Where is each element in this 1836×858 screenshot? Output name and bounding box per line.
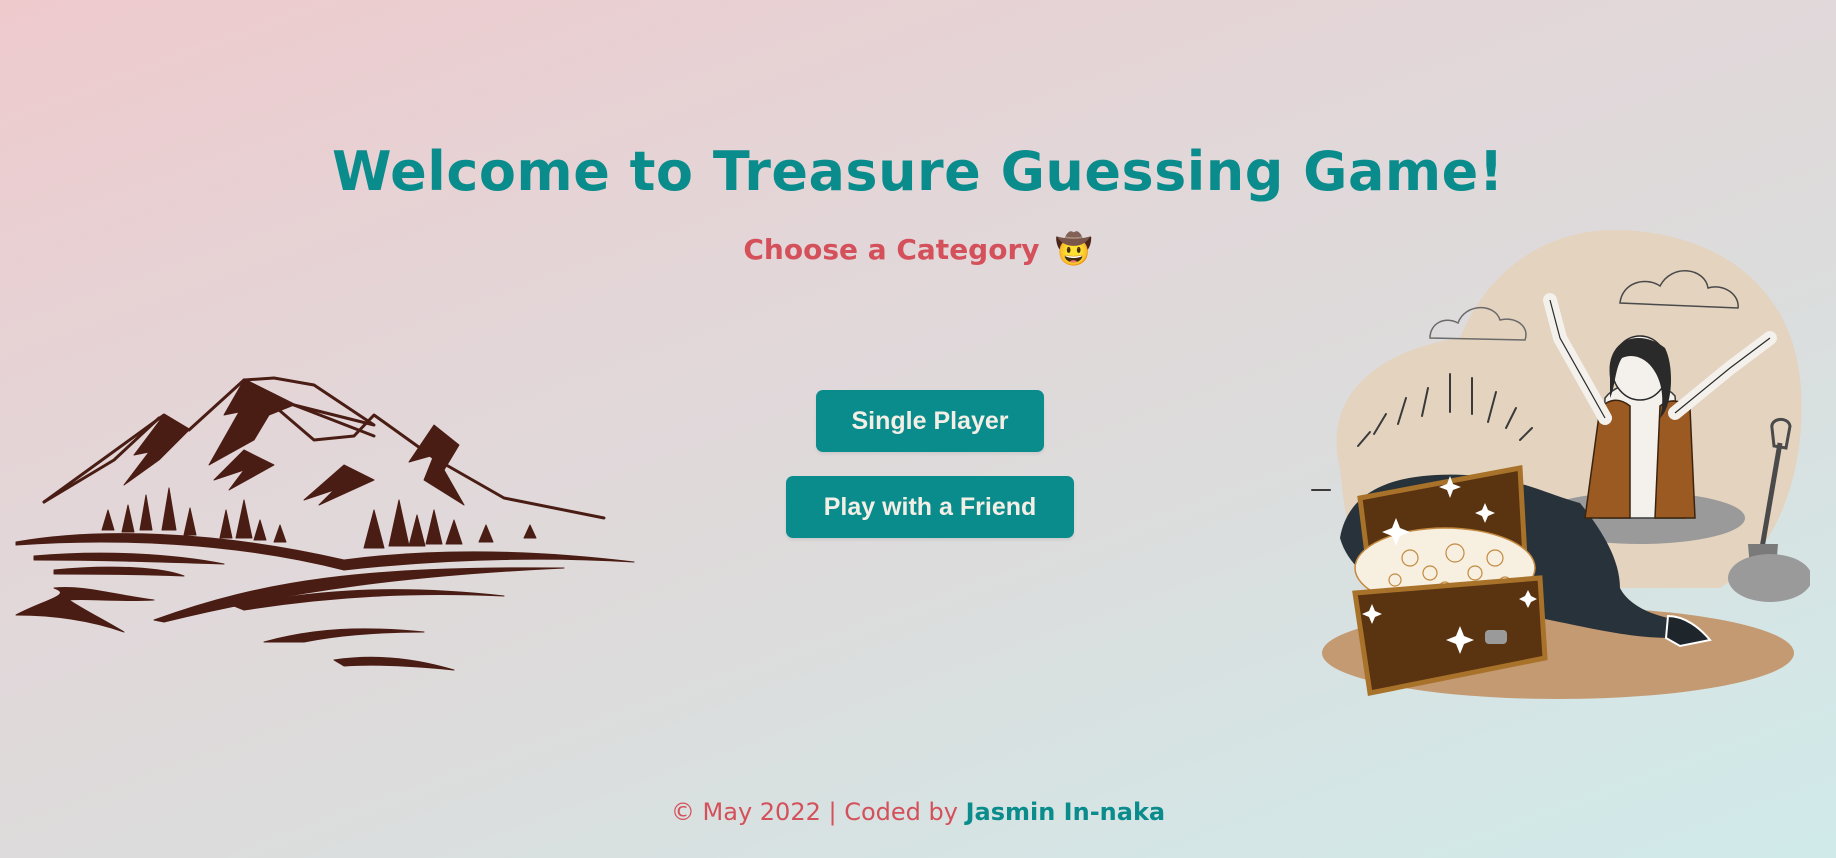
footer: © May 2022 | Coded by Jasmin In-naka	[0, 798, 1836, 826]
cowboy-emoji-icon: 🤠	[1055, 232, 1093, 267]
mountains-illustration	[15, 376, 635, 671]
page-title: Welcome to Treasure Guessing Game!	[332, 140, 1504, 203]
play-with-friend-button[interactable]: Play with a Friend	[786, 476, 1074, 538]
footer-text: © May 2022 | Coded by	[670, 798, 958, 826]
single-player-button[interactable]: Single Player	[816, 390, 1044, 452]
subtitle-text: Choose a Category	[743, 233, 1040, 266]
treasure-hunter-illustration	[1311, 229, 1810, 699]
author-link[interactable]: Jasmin In-naka	[966, 798, 1166, 826]
